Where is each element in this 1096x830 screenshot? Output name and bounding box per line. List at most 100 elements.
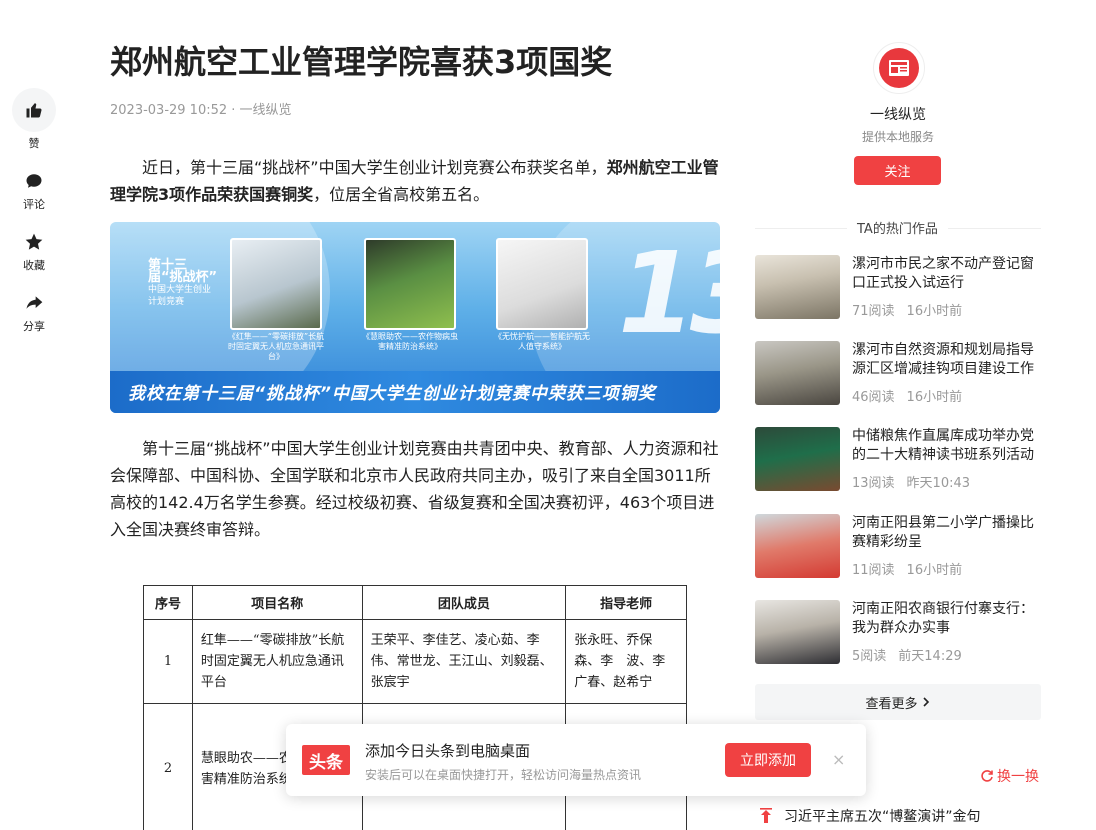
article-banner-image: 第十三届“挑战杯” 中国大学生创业计划竞赛 《红隼——“零碳排放”长航时固定翼无… [110, 222, 720, 413]
news-thumbnail [755, 514, 840, 578]
news-stats: 71阅读 16小时前 [852, 300, 974, 319]
account-name[interactable]: 一线纵览 [755, 104, 1041, 124]
close-icon[interactable]: × [832, 750, 845, 770]
news-time: 前天14:29 [898, 649, 962, 664]
table-header: 团队成员 [361, 585, 567, 620]
hot-works-heading: TA的热门作品 [755, 218, 1041, 238]
banner-logo-subtitle: 中国大学生创业计划竞赛 [148, 285, 212, 307]
intro-tail: ，位居全省高校第五名。 [313, 185, 490, 204]
thumbs-up-icon [26, 103, 42, 118]
page-title: 郑州航空工业管理学院喜获3项国奖 [110, 43, 613, 81]
paragraph-body: 第十三届“挑战杯”中国大学生创业计划竞赛由共青团中央、教育部、人力资源和社会保障… [110, 439, 719, 539]
favorite-button[interactable]: 收藏 [12, 230, 56, 273]
table-cell-name: 红隼——“零碳排放”长航时固定翼无人机应急通讯平台 [191, 619, 363, 704]
refresh-label: 换一换 [997, 769, 1039, 785]
banner-logo: 第十三届“挑战杯” 中国大学生创业计划竞赛 [148, 258, 218, 308]
favorite-label: 收藏 [23, 259, 45, 272]
news-thumbnail [755, 600, 840, 664]
hot-works-title: TA的热门作品 [847, 218, 948, 237]
banner-number: 13 [618, 229, 720, 359]
list-item[interactable]: 河南正阳县第二小学广播操比赛精彩纷呈 11阅读 16小时前 [755, 514, 1041, 578]
newspaper-icon [889, 60, 909, 76]
trending-item[interactable]: 习近平主席五次“博鳌演讲”金句 [760, 806, 981, 826]
news-reads: 46阅读 [852, 390, 895, 405]
news-title: 河南正阳县第二小学广播操比赛精彩纷呈 [852, 515, 1034, 550]
news-title: 漯河市市民之家不动产登记窗口正式投入试运行 [852, 256, 1034, 291]
news-stats: 13阅读 昨天10:43 [852, 472, 982, 491]
banner-strip: 我校在第十三届“挑战杯”中国大学生创业计划竞赛中荣获三项铜奖 [110, 371, 720, 413]
list-item[interactable]: 漯河市自然资源和规划局指导源汇区增减挂钩项目建设工作 46阅读 16小时前 [755, 341, 1041, 405]
table-cell-no: 1 [143, 619, 193, 704]
table-header: 项目名称 [191, 585, 363, 620]
banner-caption: 《慧眼助农——农作物病虫害精准防治系统》 [362, 332, 458, 351]
table-header-row: 序号 项目名称 团队成员 指导老师 [143, 585, 687, 620]
table-cell-advisors: 张永旺、乔保森、李 波、李广春、赵希宁 [565, 619, 687, 704]
share-label: 分享 [23, 320, 45, 333]
news-thumbnail [755, 255, 840, 319]
like-label: 赞 [28, 137, 40, 150]
add-now-button[interactable]: 立即添加 [725, 743, 811, 777]
news-reads: 13阅读 [852, 476, 895, 491]
toutiao-logo: 头条 [302, 745, 350, 775]
news-time: 16小时前 [906, 390, 963, 405]
table-row: 1 红隼——“零碳排放”长航时固定翼无人机应急通讯平台 王荣平、李佳艺、凌心茹、… [143, 619, 687, 704]
banner-caption: 《无忧护航——智能护航无人值守系统》 [494, 332, 590, 351]
trend-up-icon [760, 808, 772, 823]
news-title: 漯河市自然资源和规划局指导源汇区增减挂钩项目建设工作 [852, 342, 1034, 377]
table-cell-no: 2 [143, 703, 193, 830]
news-reads: 5阅读 [852, 649, 887, 664]
like-button[interactable]: 赞 [12, 88, 56, 151]
news-thumbnail [755, 427, 840, 491]
table-header: 指导老师 [565, 585, 687, 620]
star-icon [25, 233, 43, 250]
news-title: 中储粮焦作直属库成功举办党的二十大精神读书班系列活动 [852, 428, 1034, 463]
comment-icon-wrap [12, 169, 56, 193]
banner-logo-title: 第十三届“挑战杯” [148, 258, 218, 285]
refresh-button[interactable]: 换一换 [980, 766, 1039, 786]
list-item[interactable]: 中储粮焦作直属库成功举办党的二十大精神读书班系列活动 13阅读 昨天10:43 [755, 427, 1041, 491]
paragraph-intro: 近日，第十三届“挑战杯”中国大学生创业计划竞赛公布获奖名单，郑州航空工业管理学院… [110, 154, 720, 208]
banner-strip-text: 我校在第十三届“挑战杯”中国大学生创业计划竞赛中荣获三项铜奖 [128, 384, 656, 404]
article: 郑州航空工业管理学院喜获3项国奖 2023-03-29 10:52 · 一线纵览… [110, 0, 720, 543]
news-thumbnail [755, 341, 840, 405]
news-time: 昨天10:43 [906, 476, 971, 491]
toast-title: 添加今日头条到电脑桌面 [365, 742, 531, 760]
toast-description: 安装后可以在桌面快捷打开，轻松访问海量热点资讯 [365, 768, 642, 782]
refresh-icon [981, 770, 993, 782]
comment-icon [26, 174, 42, 188]
see-more-label: 查看更多 [865, 696, 918, 712]
trend-title: 习近平主席五次“博鳌演讲”金句 [784, 809, 981, 825]
share-button[interactable]: 分享 [12, 291, 56, 334]
news-time: 16小时前 [906, 563, 963, 578]
article-meta: 2023-03-29 10:52 · 一线纵览 [110, 103, 292, 118]
banner-caption: 《红隼——“零碳排放”长航时固定翼无人机应急通讯平台》 [227, 332, 325, 361]
list-item[interactable]: 漯河市市民之家不动产登记窗口正式投入试运行 71阅读 16小时前 [755, 255, 1041, 319]
account-description: 提供本地服务 [861, 130, 934, 144]
intro-text: 近日，第十三届“挑战杯”中国大学生创业计划竞赛公布获奖名单， [142, 158, 607, 177]
comment-button[interactable]: 评论 [12, 169, 56, 212]
banner-photo-device [496, 238, 588, 330]
news-reads: 71阅读 [852, 304, 895, 319]
news-title: 河南正阳农商银行付寨支行：我为群众办实事 [852, 601, 1034, 636]
star-icon-wrap [12, 230, 56, 254]
follow-button[interactable]: 关注 [854, 156, 941, 185]
like-circle [12, 88, 56, 132]
action-rail: 赞 评论 收藏 分享 [12, 88, 56, 352]
avatar-badge [879, 48, 919, 88]
news-reads: 11阅读 [852, 563, 895, 578]
banner-photo-agri [364, 238, 456, 330]
see-more-button[interactable]: 查看更多 [755, 684, 1041, 720]
share-icon [26, 296, 43, 309]
news-stats: 5阅读 前天14:29 [852, 645, 974, 664]
table-header: 序号 [143, 585, 193, 620]
desktop-shortcut-toast: 头条 添加今日头条到电脑桌面 安装后可以在桌面快捷打开，轻松访问海量热点资讯 立… [286, 724, 866, 796]
chevron-right-icon [922, 697, 929, 707]
news-time: 16小时前 [906, 304, 963, 319]
news-stats: 46阅读 16小时前 [852, 386, 974, 405]
news-stats: 11阅读 16小时前 [852, 559, 974, 578]
comment-label: 评论 [23, 198, 45, 211]
list-item[interactable]: 河南正阳农商银行付寨支行：我为群众办实事 5阅读 前天14:29 [755, 600, 1041, 664]
table-cell-members: 王荣平、李佳艺、凌心茹、李 伟、常世龙、王江山、刘毅磊、张宸宇 [361, 619, 567, 704]
avatar[interactable] [873, 42, 925, 94]
banner-photo-drone [230, 238, 322, 330]
